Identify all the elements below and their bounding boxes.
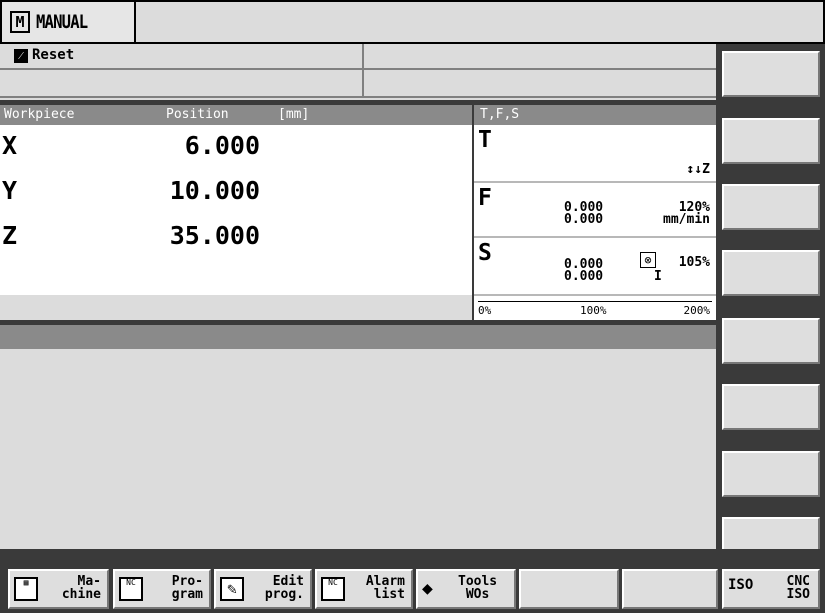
slash-icon: ⁄	[14, 49, 28, 63]
edit-icon: ✎	[220, 577, 244, 601]
axis-y-value: 10.000	[169, 176, 260, 205]
vertical-softkey-5[interactable]	[722, 318, 820, 364]
spindle-override: 105%	[678, 255, 710, 270]
position-header: Workpiece Position [mm]	[0, 105, 472, 125]
vertical-softkey-4[interactable]	[722, 250, 820, 296]
scale-100: 100%	[580, 304, 607, 317]
tool-cell: T ↕↓Z	[474, 125, 716, 183]
vertical-softkey-6[interactable]	[722, 384, 820, 430]
status-row-2	[0, 72, 716, 98]
tool-direction: ↕↓Z	[686, 162, 710, 177]
manual-mode-icon: M	[10, 11, 30, 33]
feed-letter: F	[478, 185, 492, 211]
main-header-bar	[0, 325, 716, 349]
position-label: Position	[166, 107, 229, 122]
spindle-letter: S	[478, 240, 492, 266]
softkey-empty-7[interactable]	[622, 569, 718, 609]
axis-x-value: 6.000	[184, 131, 260, 160]
position-footer	[0, 295, 472, 320]
status-row-1: ⁄ Reset	[0, 44, 716, 70]
softkey-edit-line2: prog.	[264, 587, 304, 602]
axis-z-value: 35.000	[169, 221, 260, 250]
spindle-stop-icon: ⊗	[640, 252, 656, 268]
status-area: ⁄ Reset	[0, 44, 716, 100]
main-area	[0, 349, 716, 549]
feed-value-2: 0.000	[564, 212, 604, 227]
tools-icon: ◆	[422, 578, 433, 599]
softkey-cnc-iso[interactable]: ISO CNC ISO	[722, 569, 820, 609]
vertical-softkey-2[interactable]	[722, 118, 820, 164]
panel-divider	[472, 105, 474, 320]
softkey-tools-line2: WOs	[465, 587, 490, 602]
spindle-value-2: 0.000	[564, 269, 604, 284]
softkey-alarm-line2: list	[373, 587, 405, 602]
softkey-program-line2: gram	[171, 587, 203, 602]
tool-letter: T	[478, 127, 492, 153]
softkey-machine[interactable]: ▦ Ma-chine	[8, 569, 109, 609]
softkey-tools-wos[interactable]: ◆ Tools WOs	[416, 569, 516, 609]
softkey-cnc-line2: ISO	[786, 587, 810, 602]
softkey-edit-prog[interactable]: ✎ Edit prog.	[214, 569, 312, 609]
vertical-softkey-1[interactable]	[722, 51, 820, 97]
scale-0: 0%	[478, 304, 492, 317]
machine-icon: ▦	[14, 577, 38, 601]
unit-label: [mm]	[278, 107, 310, 122]
softkey-program[interactable]: NC Pro-gram	[113, 569, 211, 609]
tfs-header: T,F,S	[474, 105, 716, 125]
status-divider	[362, 44, 364, 98]
axis-x-label: X	[2, 131, 18, 160]
nc-program-icon: NC	[119, 577, 143, 601]
axis-y-label: Y	[2, 176, 18, 205]
scale-line	[478, 301, 712, 302]
spindle-cell: S 0.000 0.000 ⊗ 105% I	[474, 238, 716, 296]
reset-status: Reset	[32, 47, 75, 63]
position-display: X 6.000 Y 10.000 Z 35.000	[0, 125, 472, 295]
mode-bar: M MANUAL	[0, 0, 825, 44]
override-scale: 0% 100% 200%	[474, 296, 716, 320]
spindle-gear: I	[654, 269, 662, 284]
workpiece-label: Workpiece	[4, 107, 75, 122]
softkey-empty-6[interactable]	[519, 569, 619, 609]
vertical-softkey-3[interactable]	[722, 184, 820, 230]
vertical-softkey-7[interactable]	[722, 451, 820, 497]
feed-unit: mm/min	[663, 212, 710, 227]
scale-200: 200%	[683, 304, 711, 317]
iso-icon: ISO	[728, 577, 754, 593]
nc-alarm-icon: NC	[321, 577, 345, 601]
softkey-machine-line2: chine	[61, 587, 101, 602]
feed-cell: F 0.000 0.000 120% mm/min	[474, 183, 716, 238]
softkey-alarm-list[interactable]: NC Alarm list	[315, 569, 413, 609]
mode-indicator: M MANUAL	[2, 2, 136, 42]
mode-title: MANUAL	[36, 11, 88, 33]
axis-z-label: Z	[2, 221, 18, 250]
